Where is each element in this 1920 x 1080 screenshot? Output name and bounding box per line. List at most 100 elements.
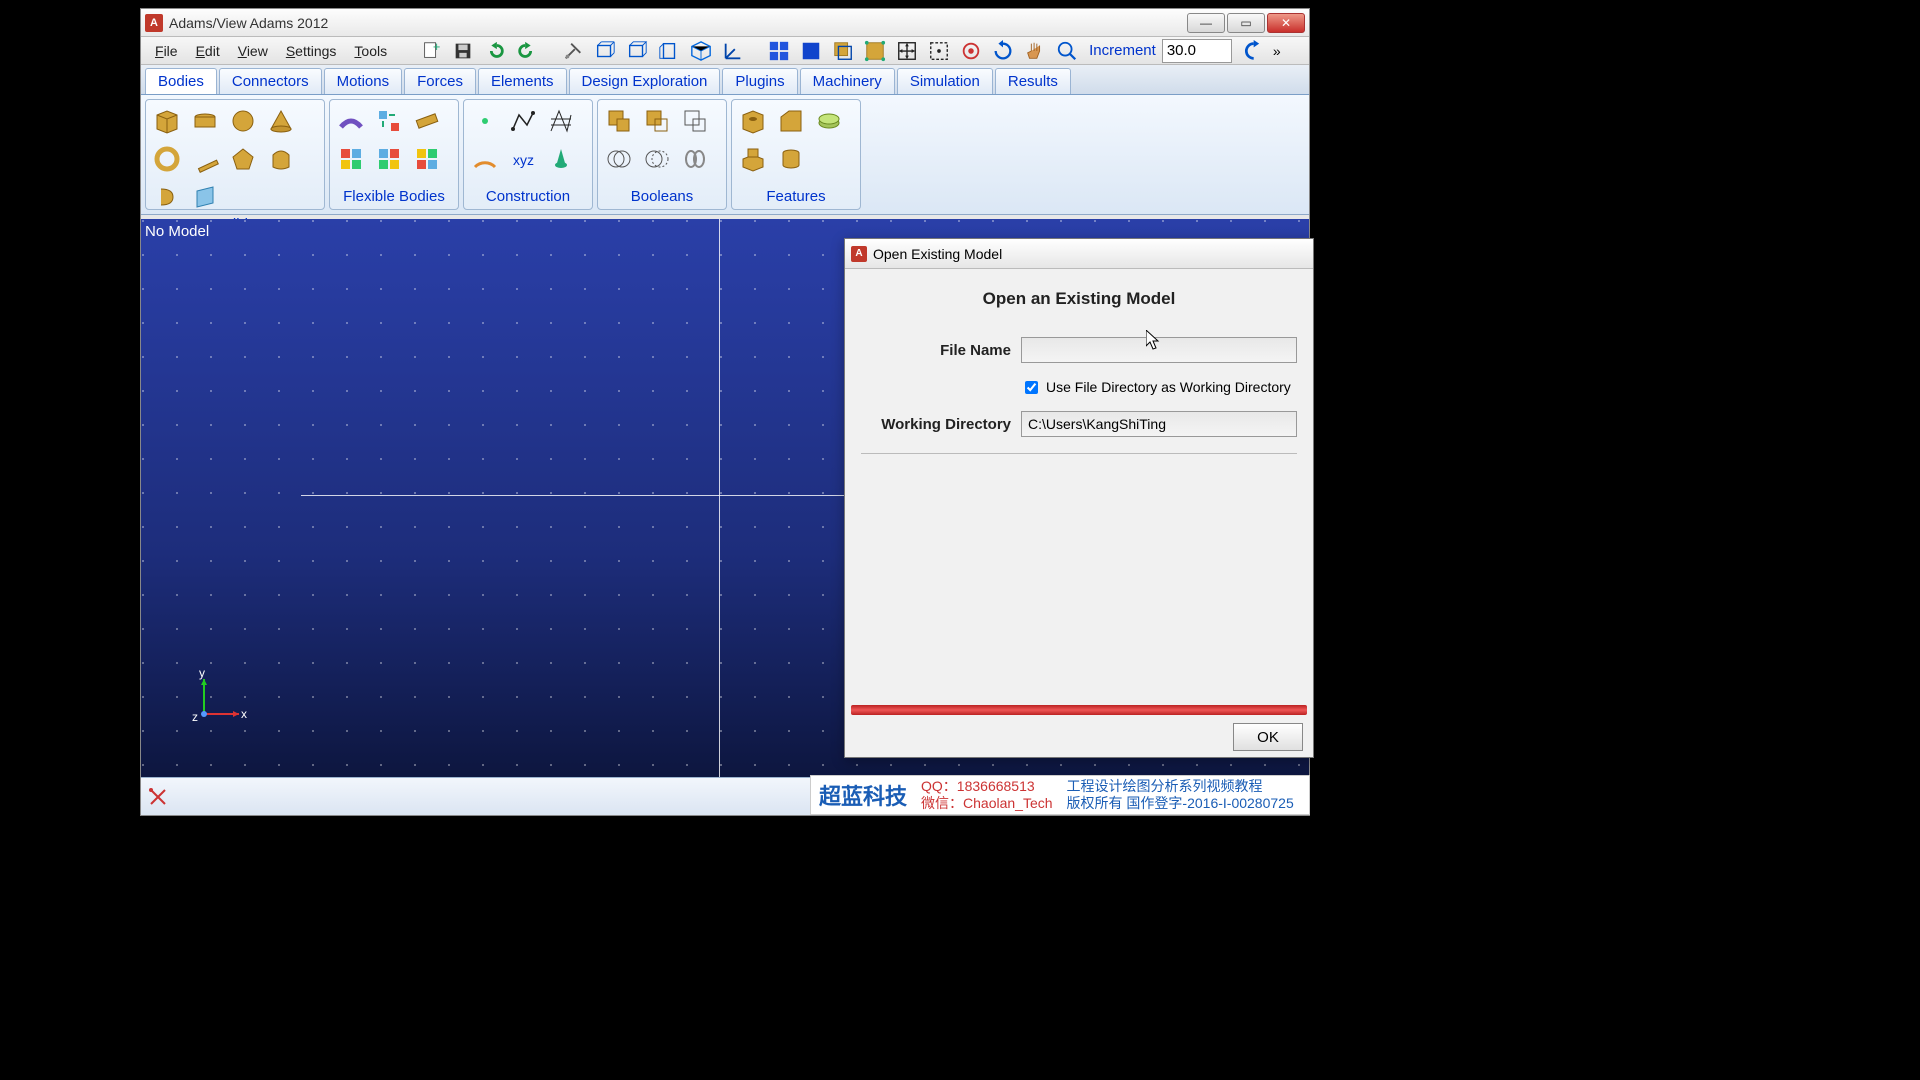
box-iso-icon[interactable] [623,37,651,65]
use-dir-checkbox[interactable] [1025,381,1038,394]
tab-simulation[interactable]: Simulation [897,68,993,94]
svg-text:+: + [433,40,441,54]
axis-icon[interactable] [719,37,747,65]
increment-label: Increment [1089,42,1156,59]
move-icon[interactable] [893,37,921,65]
dialog-divider [861,453,1297,454]
increment-input[interactable] [1162,39,1232,63]
box-solid-icon[interactable] [150,104,184,138]
menu-tools[interactable]: Tools [346,41,395,61]
torus-icon[interactable] [150,142,184,176]
feature-shell-icon[interactable] [774,142,808,176]
save-icon[interactable] [449,37,477,65]
flex-mesh2-icon[interactable] [372,142,406,176]
ok-button[interactable]: OK [1233,723,1303,751]
bool-subtract-solid-icon[interactable] [640,104,674,138]
grid-blue-icon[interactable] [765,37,793,65]
new-file-icon[interactable]: + [417,37,445,65]
flex-mesh1-icon[interactable] [334,142,368,176]
close-button[interactable]: ✕ [1267,13,1305,33]
plate-icon[interactable] [226,142,260,176]
menu-view[interactable]: View [230,41,276,61]
maximize-button[interactable]: ▭ [1227,13,1265,33]
layers-icon[interactable] [829,37,857,65]
working-dir-input[interactable] [1021,411,1297,437]
pan-icon[interactable] [1021,37,1049,65]
arc-icon[interactable] [468,142,502,176]
menu-settings[interactable]: Settings [278,41,345,61]
box-3d-icon[interactable] [687,37,715,65]
group-booleans-label: Booleans [602,186,722,205]
svg-text:y: y [199,669,205,680]
tab-motions[interactable]: Motions [324,68,403,94]
tab-plugins[interactable]: Plugins [722,68,797,94]
spline-net-icon[interactable] [544,104,578,138]
box-side-icon[interactable] [655,37,683,65]
bool-union-circle-icon[interactable] [602,142,636,176]
select-box-icon[interactable] [861,37,889,65]
more-icon[interactable]: » [1268,37,1286,65]
crosshair-vertical [719,219,720,777]
tab-connectors[interactable]: Connectors [219,68,322,94]
feature-fillet-icon[interactable] [812,104,846,138]
box-front-icon[interactable] [591,37,619,65]
tab-design-exploration[interactable]: Design Exploration [569,68,721,94]
bool-union-solid-icon[interactable] [602,104,636,138]
fill-icon[interactable] [797,37,825,65]
dialog-title-bar[interactable]: A Open Existing Model [845,239,1313,269]
axis-triad: x y z [189,669,249,729]
working-dir-label: Working Directory [861,416,1011,433]
polyline-icon[interactable] [506,104,540,138]
watermark-contact: QQ：1836668513 微信：Chaolan_Tech [921,778,1053,812]
point-icon[interactable] [468,104,502,138]
tab-elements[interactable]: Elements [478,68,567,94]
tools-icon[interactable] [559,37,587,65]
menu-edit[interactable]: Edit [188,41,228,61]
sheet-icon[interactable] [188,180,222,214]
group-features-label: Features [736,186,856,205]
tab-forces[interactable]: Forces [404,68,476,94]
flex-beam-icon[interactable] [410,104,444,138]
zoom-icon[interactable] [1053,37,1081,65]
minimize-button[interactable]: — [1187,13,1225,33]
spline-icon[interactable] [544,142,578,176]
cone-icon[interactable] [264,104,298,138]
ribbon: Solids Flexible Bodies xyz Cons [141,95,1309,215]
feature-boss-icon[interactable] [736,142,770,176]
tab-results[interactable]: Results [995,68,1071,94]
sphere-icon[interactable] [226,104,260,138]
feature-chamfer-icon[interactable] [774,104,808,138]
bool-sub-circle-icon[interactable] [640,142,674,176]
group-solids: Solids [145,99,325,210]
tab-machinery[interactable]: Machinery [800,68,895,94]
cylinder-icon[interactable] [188,104,222,138]
extrude-icon[interactable] [264,142,298,176]
title-bar[interactable]: A Adams/View Adams 2012 — ▭ ✕ [141,9,1309,37]
group-features: Features [731,99,861,210]
cursor-icon [1146,330,1162,354]
flex-swap-icon[interactable] [372,104,406,138]
link-icon[interactable] [188,142,222,176]
tab-bodies[interactable]: Bodies [145,68,217,94]
group-flexible: Flexible Bodies [329,99,459,210]
app-icon: A [145,14,163,32]
group-construction: xyz Construction [463,99,593,210]
back-arrow-icon[interactable] [1236,37,1264,65]
menu-bar: File Edit View Settings Tools + [141,37,1309,65]
record-icon[interactable] [957,37,985,65]
redo-icon[interactable] [513,37,541,65]
flex-link-icon[interactable] [334,104,368,138]
bool-chain-icon[interactable] [678,142,712,176]
revolve-icon[interactable] [150,180,184,214]
feature-hole-icon[interactable] [736,104,770,138]
select-dashed-icon[interactable] [925,37,953,65]
menu-file[interactable]: File [147,41,186,61]
svg-text:xyz: xyz [513,152,534,168]
undo-icon[interactable] [481,37,509,65]
watermark-brand: 超蓝科技 [819,779,907,811]
flex-mesh3-icon[interactable] [410,142,444,176]
marker-icon[interactable]: xyz [506,142,540,176]
bool-intersect-wire-icon[interactable] [678,104,712,138]
status-icon [147,786,169,808]
rotate-icon[interactable] [989,37,1017,65]
